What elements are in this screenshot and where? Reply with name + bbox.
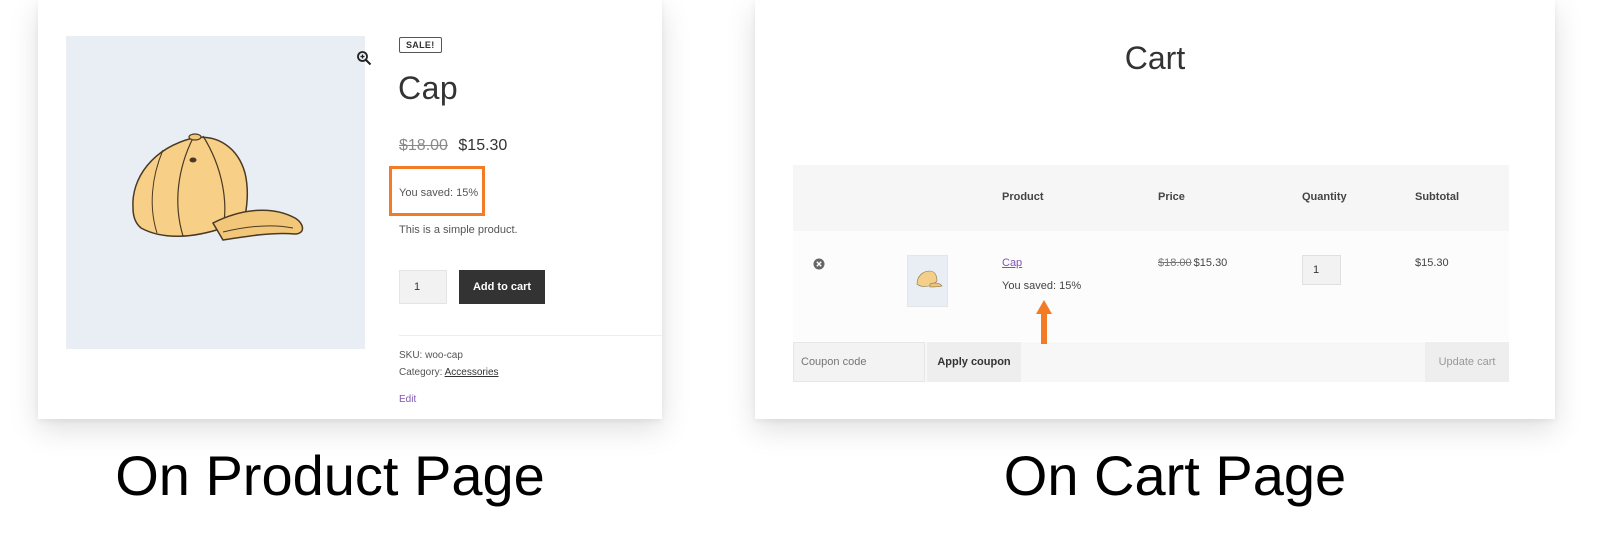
cart-regular-price: $18.00 (1158, 257, 1192, 269)
cart-subtotal-cell: $15.30 (1415, 257, 1449, 269)
update-cart-button[interactable]: Update cart (1425, 342, 1509, 382)
cart-price-cell: $18.00 $15.30 (1158, 257, 1227, 269)
cart-table: Product Price Quantity Subtotal Cap You … (793, 165, 1509, 341)
product-category: Category: Accessories (399, 367, 499, 378)
apply-coupon-button[interactable]: Apply coupon (927, 342, 1021, 382)
product-thumbnail[interactable] (907, 255, 948, 307)
zoom-in-icon[interactable] (356, 50, 372, 66)
product-price: $18.00 $15.30 (399, 137, 507, 155)
cart-title: Cart (1124, 40, 1186, 76)
category-link[interactable]: Accessories (445, 367, 499, 378)
cap-thumbnail-icon (916, 270, 943, 288)
cart-product-cell: Cap (1002, 257, 1022, 269)
cart-table-header: Product Price Quantity Subtotal (793, 165, 1509, 231)
column-price: Price (1158, 191, 1185, 203)
column-quantity: Quantity (1302, 191, 1347, 203)
cart-product-link[interactable]: Cap (1002, 257, 1022, 269)
cart-you-saved-text: You saved: 15% (1002, 280, 1082, 292)
caption-cart-page: On Cart Page (1003, 444, 1347, 507)
product-title: Cap (398, 70, 459, 106)
product-image[interactable] (66, 36, 372, 349)
product-sku: SKU: woo-cap (399, 350, 463, 361)
column-product: Product (1002, 191, 1044, 203)
edit-link[interactable]: Edit (399, 394, 416, 405)
quantity-input[interactable] (399, 270, 447, 304)
remove-circle-icon[interactable] (813, 258, 825, 270)
arrow-up-icon (1036, 300, 1052, 344)
divider (399, 335, 662, 336)
add-to-cart-button[interactable]: Add to cart (459, 270, 545, 304)
cart-sale-price: $15.30 (1193, 257, 1228, 269)
product-page-panel: SALE! Cap $18.00 $15.30 You saved: 15% T… (38, 0, 662, 419)
sale-price: $15.30 (458, 137, 508, 154)
you-saved-text: You saved: 15% (399, 187, 479, 199)
coupon-code-input[interactable] (793, 342, 925, 382)
column-subtotal: Subtotal (1415, 191, 1459, 203)
short-description: This is a simple product. (399, 224, 518, 236)
category-label: Category: (399, 367, 443, 378)
cart-page-panel: Cart Product Price Quantity Subtotal Cap (755, 0, 1555, 419)
sale-badge: SALE! (399, 37, 442, 53)
caption-product-page: On Product Page (115, 444, 545, 507)
cart-actions: Apply coupon Update cart (793, 342, 1509, 382)
cart-quantity-input[interactable] (1302, 255, 1341, 285)
cap-illustration (132, 133, 304, 241)
regular-price: $18.00 (399, 137, 448, 154)
table-row: Cap You saved: 15% $18.00$15.30 $15.30 (793, 231, 1509, 341)
